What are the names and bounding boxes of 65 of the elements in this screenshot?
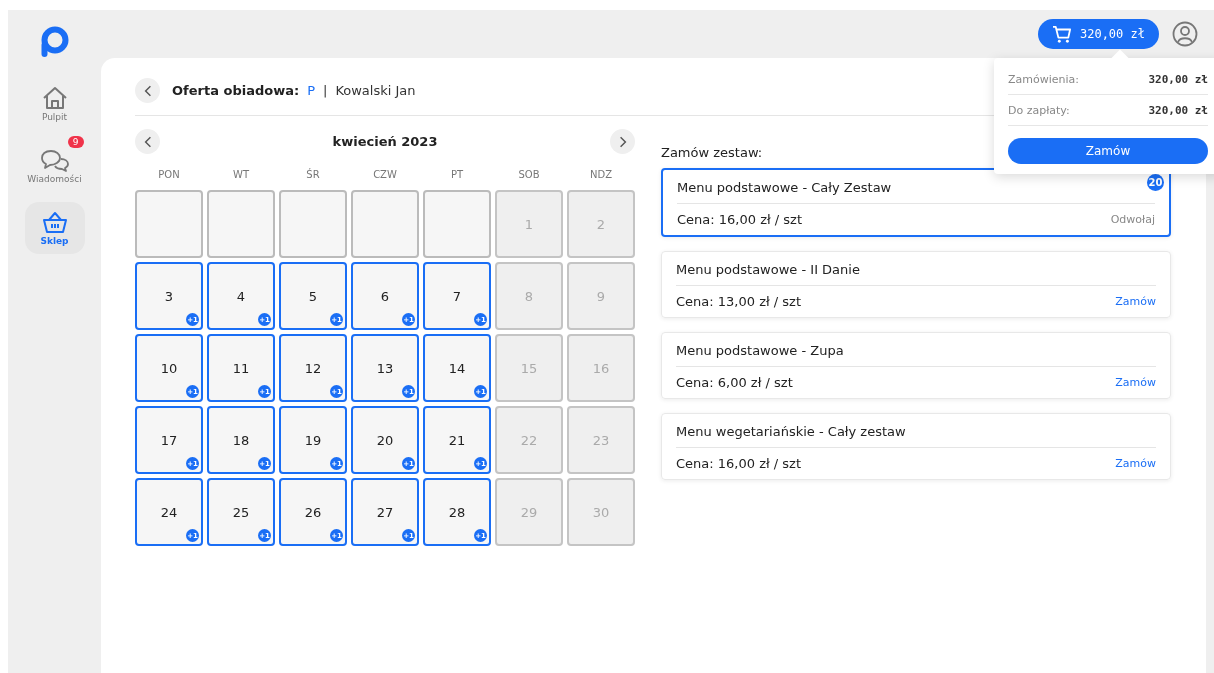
empty-day-cell xyxy=(351,190,419,258)
day-cell: 1 xyxy=(495,190,563,258)
day-cell: 30 xyxy=(567,478,635,546)
action-link[interactable]: Zamów xyxy=(1115,457,1156,470)
sidebar-item[interactable]: Pulpit xyxy=(24,78,85,130)
menu-card[interactable]: Menu podstawowe - Cały Zestaw Cena: 16,00 zł / szt Odwołaj 20 xyxy=(661,168,1171,237)
summary-value: 320,00 zł xyxy=(1148,72,1208,86)
class-code: P xyxy=(307,83,315,98)
chevron-right-icon xyxy=(618,135,627,148)
weekday-label: NDZ xyxy=(589,168,613,182)
empty-day-cell xyxy=(135,190,203,258)
menu-price: Cena: 16,00 zł / szt xyxy=(676,456,801,471)
user-avatar-icon[interactable] xyxy=(1172,21,1198,47)
summary-value: 320,00 zł xyxy=(1148,103,1208,117)
action-link[interactable]: Zamów xyxy=(1115,295,1156,308)
page-title: Oferta obiadowa: xyxy=(172,83,300,98)
day-cell: 16 xyxy=(567,334,635,402)
logo-icon xyxy=(39,26,70,58)
day-cell: 22 xyxy=(495,406,563,474)
home-icon xyxy=(41,86,68,110)
empty-day-cell xyxy=(423,190,491,258)
day-cell: 8 xyxy=(495,262,563,330)
chevron-left-icon xyxy=(143,135,152,148)
basket-icon xyxy=(41,210,68,234)
chevron-left-icon xyxy=(143,84,152,97)
day-cell: 2 xyxy=(567,190,635,258)
notification-badge: 9 xyxy=(67,136,84,148)
separator-text: | xyxy=(323,83,328,98)
menu-card[interactable]: Menu wegetariańskie - Cały zestaw Cena: 16,00 zł / szt Zamów xyxy=(661,413,1171,480)
menu-price: Cena: 13,00 zł / szt xyxy=(676,294,801,309)
empty-day-cell xyxy=(279,190,347,258)
empty-day-cell xyxy=(207,190,275,258)
weekday-label: ŚR xyxy=(305,167,321,182)
weekday-label: CZW xyxy=(372,168,398,182)
day-cell: 29 xyxy=(495,478,563,546)
chat-icon xyxy=(39,148,70,172)
weekday-label: PON xyxy=(157,168,181,182)
menu-name: Menu wegetariańskie - Cały zestaw xyxy=(676,424,1156,448)
day-cell: 9 xyxy=(567,262,635,330)
quantity-badge: 20 xyxy=(1147,174,1164,191)
weekday-label: SOB xyxy=(517,168,541,182)
menu-name: Menu podstawowe - II Danie xyxy=(676,262,1156,286)
cart-icon xyxy=(1051,25,1072,43)
next-month-button[interactable] xyxy=(610,129,635,154)
menu-price: Cena: 6,00 zł / szt xyxy=(676,375,793,390)
order-button[interactable]: Zamów xyxy=(1008,138,1208,164)
day-cell: 23 xyxy=(567,406,635,474)
month-title: kwiecień 2023 xyxy=(332,134,438,149)
section-title: Zamów zestaw: xyxy=(661,145,763,160)
menu-price: Cena: 16,00 zł / szt xyxy=(677,212,802,227)
sidebar-item[interactable]: Sklep xyxy=(24,202,85,254)
summary-label: Zamówienia: xyxy=(1008,72,1080,86)
back-button[interactable] xyxy=(135,78,160,103)
cart-button[interactable]: 320,00 zł xyxy=(1037,19,1159,49)
menu-card[interactable]: Menu podstawowe - II Danie Cena: 13,00 zł / szt Zamów xyxy=(661,251,1171,318)
weekday-label: WT xyxy=(232,168,250,182)
previous-month-button[interactable] xyxy=(135,129,160,154)
weekday-label: PT xyxy=(449,168,465,182)
action-link[interactable]: Zamów xyxy=(1115,376,1156,389)
summary-label: Do zapłaty: xyxy=(1008,103,1070,117)
student-name: Kowalski Jan xyxy=(335,83,416,98)
action-link[interactable]: Odwołaj xyxy=(1110,213,1155,226)
menu-card[interactable]: Menu podstawowe - Zupa Cena: 6,00 zł / szt Zamów xyxy=(661,332,1171,399)
menu-name: Menu podstawowe - Zupa xyxy=(676,343,1156,367)
day-cell: 15 xyxy=(495,334,563,402)
